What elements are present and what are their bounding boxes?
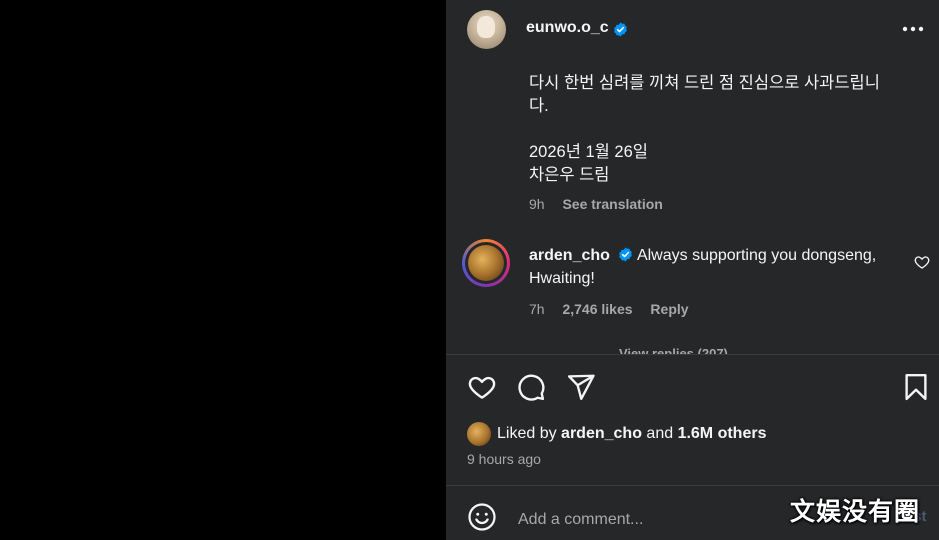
view-replies-link[interactable]: View replies (207) xyxy=(581,346,728,354)
divider xyxy=(446,354,939,355)
post-media-area xyxy=(0,0,446,540)
comment-likes-count[interactable]: 2,746 likes xyxy=(562,301,632,317)
author-avatar[interactable] xyxy=(467,10,506,49)
post-panel: eunwo.o_c 다시 한번 심려를 끼쳐 드린 점 진심으로 사과드립니 다… xyxy=(446,0,939,540)
verified-badge-icon xyxy=(614,22,627,37)
divider xyxy=(446,485,939,486)
comment-body: arden_cho Always supporting you dongseng… xyxy=(529,244,909,290)
likes-count[interactable]: 1.6M others xyxy=(678,425,767,442)
caption-time: 9h xyxy=(529,196,545,212)
liker-username[interactable]: arden_cho xyxy=(561,425,642,442)
commenter-avatar[interactable] xyxy=(462,239,510,287)
emoji-icon[interactable] xyxy=(467,502,497,532)
comment-like-heart-icon[interactable] xyxy=(914,254,930,270)
more-horizontal-icon[interactable] xyxy=(901,20,925,38)
post-time-ago: 9 hours ago xyxy=(467,451,541,467)
likes-middle: and xyxy=(641,425,678,442)
comment-time: 7h xyxy=(529,301,545,317)
liker-avatar[interactable] xyxy=(467,422,491,446)
add-comment-input[interactable] xyxy=(516,506,780,534)
heart-icon[interactable] xyxy=(467,372,497,402)
bookmark-icon[interactable] xyxy=(901,372,931,402)
watermark-text: 文娱没有圈 xyxy=(790,497,921,526)
likes-prefix: Liked by xyxy=(497,425,562,442)
post-caption: 다시 한번 심려를 끼쳐 드린 점 진심으로 사과드립니 다. 2026년 1월… xyxy=(529,74,880,184)
send-icon[interactable] xyxy=(566,372,596,402)
verified-badge-icon xyxy=(619,247,633,262)
see-translation-link[interactable]: See translation xyxy=(562,196,662,212)
caption-meta: 9h See translation xyxy=(529,196,677,212)
author-username[interactable]: eunwo.o_c xyxy=(526,19,609,37)
commenter-username[interactable]: arden_cho xyxy=(529,247,610,264)
reply-link[interactable]: Reply xyxy=(650,301,688,317)
comment-icon[interactable] xyxy=(516,372,546,402)
comment-meta: 7h 2,746 likes Reply xyxy=(529,301,703,317)
post-header: eunwo.o_c xyxy=(446,0,939,58)
